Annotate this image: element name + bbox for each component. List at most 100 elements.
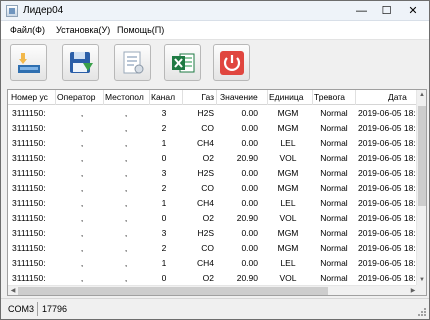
horizontal-scrollbar[interactable]: ◀ ▶ [8,285,418,295]
vertical-scroll-thumb[interactable] [418,106,426,206]
table-row[interactable]: 3111150:,, 2 CO 0.00 MGM Normal 2019-06-05 18:… [8,121,418,136]
cell-channel: 2 [161,123,167,133]
table-row[interactable]: 3111150:,, 2 CO 0.00 MGM Normal 2019-06-05 18:… [8,181,418,196]
cell-gas: O2 [202,213,214,223]
cell-channel: 0 [161,153,167,163]
cell-operator: , [80,228,84,238]
cell-gas: CO [201,123,214,133]
close-button[interactable]: ✕ [399,1,427,21]
table-row[interactable]: 3111150:,, 0 O2 20.90 VOL Normal 2019-06-05 18… [8,211,418,226]
cell-date: 2019-06-05 18:3 [358,138,418,148]
table-row[interactable]: 3111150:,, 0 O2 20.90 VOL Normal 2019-06-05 18… [8,151,418,166]
column-header-number[interactable]: Номер ус [11,92,55,104]
cell-unit: VOL [279,213,297,223]
cell-date: 2019-06-05 18:3 [358,183,418,193]
cell-unit: MGM [277,243,299,253]
cell-value: 0.00 [241,123,258,133]
table-row[interactable]: 3111150:,, 1 CH4 0.00 LEL Normal 2019-06-05 18… [8,136,418,151]
scroll-corner [416,285,426,295]
scroll-up-icon[interactable]: ▲ [417,90,426,100]
save-button[interactable] [62,44,99,81]
cell-value: 20.90 [236,213,258,223]
cell-alarm: Normal [320,153,348,163]
cell-gas: H2S [197,168,214,178]
cell-channel: 2 [161,243,167,253]
export-excel-button[interactable] [164,44,201,81]
app-window: Лидер04 — ☐ ✕ Файл(Ф) Установка(У) Помощ… [0,0,430,320]
table-row[interactable]: 3111150:,, 3 H2S 0.00 MGM Normal 2019-06-05 18… [8,166,418,181]
cell-location: , [124,168,128,178]
resize-grip-icon[interactable] [417,307,427,317]
cell-location: , [124,138,128,148]
cell-gas: CH4 [196,198,214,208]
column-header-operator[interactable]: Оператор [57,92,103,104]
title-bar[interactable]: Лидер04 — ☐ ✕ [1,1,429,21]
cell-device-number: 3111150: [12,198,46,208]
cell-device-number: 3111150: [12,228,46,238]
cell-operator: , [80,183,84,193]
column-header-gas[interactable]: Газ [186,92,214,104]
column-header-date[interactable]: Дата [388,92,418,104]
cell-channel: 3 [161,228,167,238]
cell-device-number: 3111150: [12,213,46,223]
horizontal-scroll-thumb[interactable] [18,287,328,295]
status-bar: COM3 17796 [1,298,429,319]
cell-operator: , [80,153,84,163]
column-header-alarm[interactable]: Тревога [314,92,354,104]
cell-operator: , [80,213,84,223]
cell-date: 2019-06-05 18:3 [358,258,418,268]
toolbar [1,40,429,90]
table-row[interactable]: 3111150:,, 3 H2S 0.00 MGM Normal 2019-06-05 18… [8,226,418,241]
cell-alarm: Normal [320,213,348,223]
menu-help[interactable]: Помощь(П) [117,25,164,35]
cell-operator: , [80,123,84,133]
cell-unit: MGM [277,228,299,238]
cell-channel: 0 [161,273,167,283]
cell-value: 0.00 [241,138,258,148]
cell-unit: MGM [277,168,299,178]
column-header-value[interactable]: Значение [220,92,264,104]
cell-device-number: 3111150: [12,183,46,193]
table-row[interactable]: 3111150:,, 1 CH4 0.00 LEL Normal 2019-06-05 18… [8,196,418,211]
column-header-unit[interactable]: Единица [269,92,311,104]
cell-channel: 3 [161,108,167,118]
table-row[interactable]: 3111150:,, 2 CO 0.00 MGM Normal 2019-06-05 18:… [8,241,418,256]
cell-location: , [124,213,128,223]
cell-channel: 1 [161,198,167,208]
cell-unit: MGM [277,108,299,118]
save-floppy-icon [70,52,93,73]
table-row[interactable]: 3111150:,, 0 O2 20.90 VOL Normal 2019-06-05 18… [8,271,418,285]
cell-unit: LEL [280,198,296,208]
cell-channel: 1 [161,258,167,268]
cell-value: 0.00 [241,243,258,253]
menu-file[interactable]: Файл(Ф) [10,25,45,35]
scroll-left-icon[interactable]: ◀ [8,286,18,295]
document-button[interactable] [114,44,151,81]
table-row[interactable]: 3111150:,, 1 CH4 0.00 LEL Normal 2019-06-05 18… [8,256,418,271]
cell-device-number: 3111150: [12,273,46,283]
maximize-button[interactable]: ☐ [374,1,399,21]
scroll-down-icon[interactable]: ▼ [417,275,426,285]
cell-value: 0.00 [241,258,258,268]
data-grid[interactable]: Номер ус Оператор Местопол Канал Газ Зна… [7,89,427,296]
cell-date: 2019-06-05 18:3 [358,168,418,178]
cell-alarm: Normal [320,273,348,283]
cell-value: 20.90 [236,273,258,283]
vertical-scrollbar[interactable]: ▲ ▼ [416,90,426,285]
column-header-location[interactable]: Местопол [105,92,149,104]
cell-value: 0.00 [241,228,258,238]
menu-settings[interactable]: Установка(У) [56,25,110,35]
cell-device-number: 3111150: [12,153,46,163]
column-header-channel[interactable]: Канал [151,92,181,104]
status-divider [37,302,38,316]
cell-gas: CH4 [196,258,214,268]
import-button[interactable] [10,44,47,81]
cell-unit: MGM [277,123,299,133]
cell-device-number: 3111150: [12,243,46,253]
cell-location: , [124,183,128,193]
cell-value: 0.00 [241,168,258,178]
exit-button[interactable] [213,44,250,81]
minimize-button[interactable]: — [349,1,374,21]
table-row[interactable]: 3111150:,, 3 H2S 0.00 MGM Normal 2019-06-05 18… [8,106,418,121]
cell-operator: , [80,243,84,253]
